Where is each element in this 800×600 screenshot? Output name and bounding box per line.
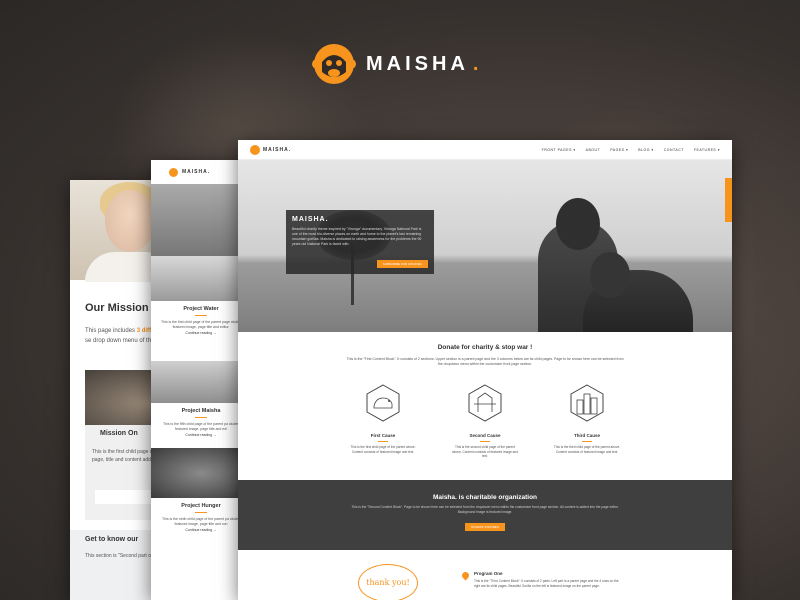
know-title: Get to know our bbox=[85, 536, 139, 543]
program-text: This is the "Third Content Block". It co… bbox=[474, 579, 619, 588]
program-title: Program One bbox=[474, 571, 503, 576]
brand-dot: . bbox=[472, 52, 479, 75]
menu-item-features[interactable]: FEATURES ▾ bbox=[694, 148, 720, 152]
mission-title: Our Mission bbox=[85, 302, 149, 314]
hero-section: MAISHA. Beautiful charity theme inspired… bbox=[238, 160, 732, 332]
project-title: Project Maisha bbox=[181, 408, 221, 414]
cause-text: This is the first child page of the pare… bbox=[350, 445, 416, 454]
cause-card[interactable]: Second Cause This is the second child pa… bbox=[450, 384, 520, 459]
cause-title: Second Cause bbox=[469, 433, 501, 438]
title-underline bbox=[195, 512, 207, 513]
projects-page-preview: MAISHA. Project Water This is the first … bbox=[151, 160, 251, 600]
cause-text: This is the second child page of the par… bbox=[452, 445, 518, 458]
hero-box: MAISHA. Beautiful charity theme inspired… bbox=[286, 210, 434, 274]
project-item: Project Maisha This is the fifth child p… bbox=[151, 403, 251, 448]
menu-item-front-pages[interactable]: FRONT PAGES ▾ bbox=[542, 148, 576, 152]
project-item: Project Water This is the first child pa… bbox=[151, 301, 251, 361]
card2-header: MAISHA. bbox=[151, 160, 251, 184]
project-text: This is the ninth child page of the pare… bbox=[161, 517, 241, 526]
continue-reading-link[interactable]: Continue reading → bbox=[151, 528, 251, 532]
card2-logo-name: MAISHA. bbox=[182, 169, 211, 175]
organization-section: Maisha. is charitable organization This … bbox=[238, 480, 732, 550]
donate-text: This is the "First Content Block". It co… bbox=[346, 357, 624, 366]
monkey-logo-icon bbox=[169, 167, 178, 177]
cause-card[interactable]: Third Cause This is the third child page… bbox=[552, 384, 622, 459]
continue-reading-link[interactable]: Continue reading → bbox=[151, 331, 251, 335]
menu-item-pages[interactable]: PAGES ▾ bbox=[610, 148, 628, 152]
card2-banner bbox=[151, 184, 251, 256]
project-maisha-photo bbox=[151, 361, 251, 403]
organization-title: Maisha. is charitable organization bbox=[432, 494, 538, 501]
title-underline bbox=[195, 417, 207, 418]
mission-box-title: Mission On bbox=[100, 430, 138, 437]
monkey-logo-icon bbox=[250, 144, 260, 155]
donate-title: Donate for charity & stop war ! bbox=[437, 344, 533, 351]
cause-underline bbox=[582, 441, 592, 442]
hero-title: MAISHA. bbox=[292, 216, 329, 223]
menu-item-blog[interactable]: BLOG ▾ bbox=[638, 148, 653, 152]
child-two-head bbox=[590, 252, 630, 298]
causes-row: First Cause This is the first child page… bbox=[238, 384, 732, 459]
brand-name: MAISHA bbox=[366, 52, 469, 75]
thank-you-badge: thank you! bbox=[358, 564, 418, 600]
bridge-icon bbox=[468, 384, 502, 422]
bear-flag-icon bbox=[366, 384, 400, 422]
heart-icon bbox=[460, 570, 471, 581]
project-text: This is the first child page of the pare… bbox=[161, 320, 241, 329]
photo-face bbox=[105, 190, 155, 252]
mission-text-a: This page includes bbox=[85, 328, 137, 334]
subscribe-button[interactable]: SUBSCRIBE FOR UPDATES bbox=[376, 260, 428, 268]
programs-section: thank you! Program One This is the "Thir… bbox=[238, 550, 732, 600]
brand-header: MAISHA . bbox=[312, 42, 478, 86]
cause-title: First Cause bbox=[370, 433, 396, 438]
project-item: Project Hunger This is the ninth child p… bbox=[151, 498, 251, 558]
project-title: Project Hunger bbox=[181, 503, 221, 509]
continue-reading-link[interactable]: Continue reading → bbox=[151, 433, 251, 437]
top-navigation: MAISHA. FRONT PAGES ▾ ABOUT PAGES ▾ BLOG… bbox=[238, 140, 732, 160]
cause-text: This is the third child page of the pare… bbox=[553, 445, 621, 454]
mission-text-highlight: 3 diff bbox=[136, 328, 152, 334]
project-water-photo bbox=[151, 256, 251, 301]
monkey-logo-icon bbox=[312, 44, 356, 84]
hero-text: Beautiful charity theme inspired by "Vir… bbox=[292, 227, 422, 246]
donate-section: Donate for charity & stop war ! This is … bbox=[238, 332, 732, 480]
homepage-preview: MAISHA. FRONT PAGES ▾ ABOUT PAGES ▾ BLOG… bbox=[238, 140, 732, 600]
city-icon bbox=[570, 384, 604, 422]
project-text: This is the fifth child page of the pare… bbox=[162, 422, 240, 431]
child-one-head bbox=[556, 198, 600, 250]
cause-underline bbox=[480, 441, 490, 442]
project-hunger-photo bbox=[151, 448, 251, 498]
menu-item-contact[interactable]: CONTACT bbox=[664, 148, 684, 152]
site-logo[interactable]: MAISHA. bbox=[250, 144, 292, 155]
cause-card[interactable]: First Cause This is the first child page… bbox=[348, 384, 418, 459]
organization-text: This is the "Second Content Block". Page… bbox=[351, 505, 619, 514]
title-underline bbox=[195, 315, 207, 316]
menu-item-about[interactable]: ABOUT bbox=[586, 148, 601, 152]
social-share-bar[interactable] bbox=[725, 178, 732, 222]
cause-title: Third Cause bbox=[573, 433, 600, 438]
project-title: Project Water bbox=[183, 306, 219, 312]
cause-underline bbox=[378, 441, 388, 442]
site-logo-name: MAISHA. bbox=[263, 146, 292, 153]
donate-button[interactable]: DONATE STROBES bbox=[465, 523, 505, 531]
main-menu: FRONT PAGES ▾ ABOUT PAGES ▾ BLOG ▾ CONTA… bbox=[542, 148, 720, 152]
